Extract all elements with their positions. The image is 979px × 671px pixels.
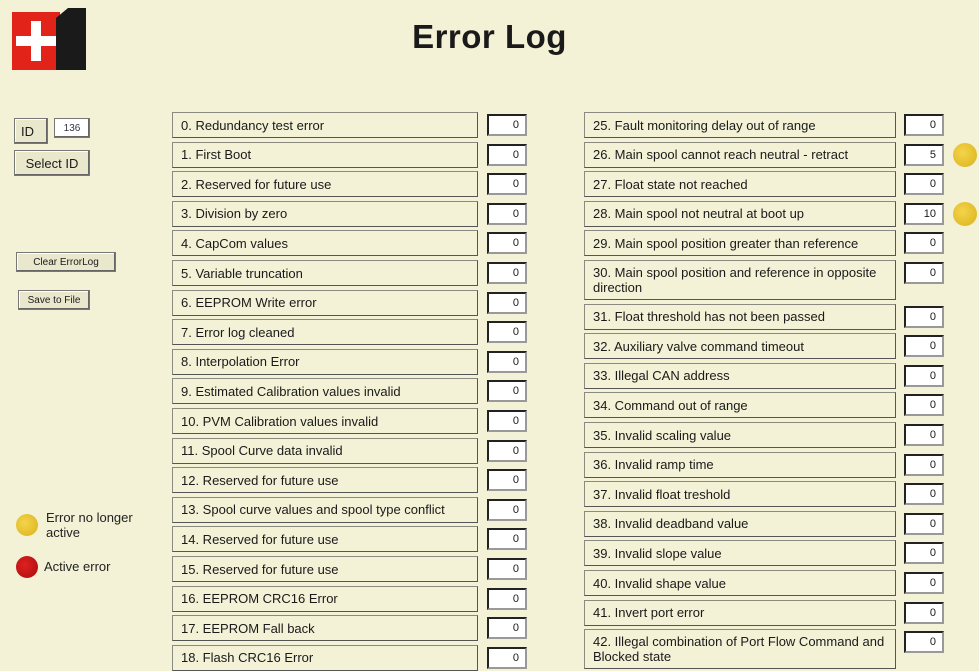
error-count-field[interactable]: 0 — [904, 232, 944, 255]
error-label: 29. Main spool position greater than ref… — [584, 230, 896, 257]
error-count-field[interactable]: 0 — [487, 410, 527, 432]
error-count-field[interactable]: 0 — [487, 439, 527, 462]
error-label: 36. Invalid ramp time — [584, 451, 896, 478]
error-label: 8. Interpolation Error — [172, 348, 478, 375]
error-label: 18. Flash CRC16 Error — [172, 644, 478, 671]
error-count-field[interactable]: 0 — [904, 364, 944, 387]
inactive-error-indicator-icon — [953, 142, 977, 167]
error-count-field[interactable]: 0 — [487, 498, 527, 521]
error-count-field[interactable]: 0 — [487, 291, 527, 314]
error-label: 2. Reserved for future use — [172, 171, 478, 198]
error-count-field[interactable]: 0 — [487, 528, 527, 551]
active-indicator-icon — [16, 556, 38, 578]
error-label: 34. Command out of range — [584, 392, 896, 419]
error-count-field[interactable]: 0 — [487, 587, 527, 610]
error-count-field[interactable]: 0 — [487, 114, 527, 136]
error-label: 10. PVM Calibration values invalid — [172, 408, 478, 434]
error-count-field[interactable]: 0 — [904, 572, 944, 594]
select-id-button[interactable]: Select ID — [14, 150, 90, 176]
error-count-field[interactable]: 0 — [904, 114, 944, 136]
error-count-field[interactable]: 0 — [487, 173, 527, 196]
id-input[interactable]: 136 — [54, 118, 90, 138]
error-label: 0. Redundancy test error — [172, 112, 478, 138]
error-label: 28. Main spool not neutral at boot up — [584, 200, 896, 227]
error-count-field[interactable]: 0 — [487, 143, 527, 166]
error-label: 26. Main spool cannot reach neutral - re… — [584, 141, 896, 168]
error-count-field[interactable]: 0 — [487, 558, 527, 580]
error-count-field[interactable]: 5 — [904, 143, 944, 166]
clear-errorlog-button[interactable]: Clear ErrorLog — [16, 252, 116, 272]
id-label: ID — [14, 118, 48, 144]
error-label: 1. First Boot — [172, 141, 478, 168]
error-count-field[interactable]: 0 — [487, 350, 527, 373]
save-to-file-button[interactable]: Save to File — [18, 290, 90, 310]
error-label: 6. EEPROM Write error — [172, 289, 478, 316]
legend-inactive: Error no longer active — [16, 510, 136, 540]
error-count-field[interactable]: 0 — [904, 335, 944, 358]
error-count-field[interactable]: 10 — [904, 202, 944, 225]
error-label: 39. Invalid slope value — [584, 540, 896, 567]
error-count-field[interactable]: 0 — [904, 305, 944, 328]
error-count-field[interactable]: 0 — [904, 262, 944, 284]
error-label: 11. Spool Curve data invalid — [172, 437, 478, 464]
error-label: 25. Fault monitoring delay out of range — [584, 112, 896, 138]
error-label: 14. Reserved for future use — [172, 526, 478, 553]
error-label: 3. Division by zero — [172, 200, 478, 227]
inactive-error-indicator-icon — [953, 201, 977, 226]
error-count-field[interactable]: 0 — [904, 173, 944, 196]
error-label: 27. Float state not reached — [584, 171, 896, 198]
error-label: 40. Invalid shape value — [584, 570, 896, 596]
error-label: 41. Invert port error — [584, 599, 896, 626]
error-label: 9. Estimated Calibration values invalid — [172, 378, 478, 405]
error-count-field[interactable]: 0 — [487, 646, 527, 669]
error-count-field[interactable]: 0 — [904, 542, 944, 565]
error-count-field[interactable]: 0 — [487, 380, 527, 403]
error-count-field[interactable]: 0 — [487, 202, 527, 225]
error-label: 15. Reserved for future use — [172, 556, 478, 582]
error-count-field[interactable]: 0 — [904, 453, 944, 476]
error-label: 38. Invalid deadband value — [584, 510, 896, 537]
error-count-field[interactable]: 0 — [904, 483, 944, 506]
error-label: 32. Auxiliary valve command timeout — [584, 333, 896, 360]
error-count-field[interactable]: 0 — [904, 394, 944, 417]
error-label: 7. Error log cleaned — [172, 319, 478, 346]
page-title: Error Log — [412, 18, 567, 55]
error-count-field[interactable]: 0 — [487, 617, 527, 640]
error-label: 5. Variable truncation — [172, 260, 478, 286]
error-label: 16. EEPROM CRC16 Error — [172, 585, 478, 612]
error-count-field[interactable]: 0 — [904, 424, 944, 446]
error-label: 4. CapCom values — [172, 230, 478, 257]
error-count-field[interactable]: 0 — [487, 232, 527, 255]
error-count-field[interactable]: 0 — [487, 469, 527, 492]
error-label: 35. Invalid scaling value — [584, 422, 896, 448]
error-label: 12. Reserved for future use — [172, 467, 478, 494]
error-count-field[interactable]: 0 — [904, 631, 944, 654]
error-count-field[interactable]: 0 — [904, 512, 944, 535]
error-label: 31. Float threshold has not been passed — [584, 303, 896, 330]
error-count-field[interactable]: 0 — [487, 321, 527, 344]
error-count-field[interactable]: 0 — [487, 262, 527, 284]
error-label: 13. Spool curve values and spool type co… — [172, 496, 478, 523]
error-count-field[interactable]: 0 — [904, 601, 944, 624]
legend-active-label: Active error — [44, 559, 111, 574]
error-label: 30. Main spool position and reference in… — [584, 260, 896, 300]
legend-inactive-label: Error no longer active — [46, 510, 133, 540]
error-label: 17. EEPROM Fall back — [172, 615, 478, 642]
error-label: 42. Illegal combination of Port Flow Com… — [584, 629, 896, 670]
error-label: 33. Illegal CAN address — [584, 362, 896, 389]
error-label: 37. Invalid float treshold — [584, 481, 896, 508]
legend-active: Active error — [16, 556, 110, 578]
inactive-indicator-icon — [16, 514, 38, 536]
